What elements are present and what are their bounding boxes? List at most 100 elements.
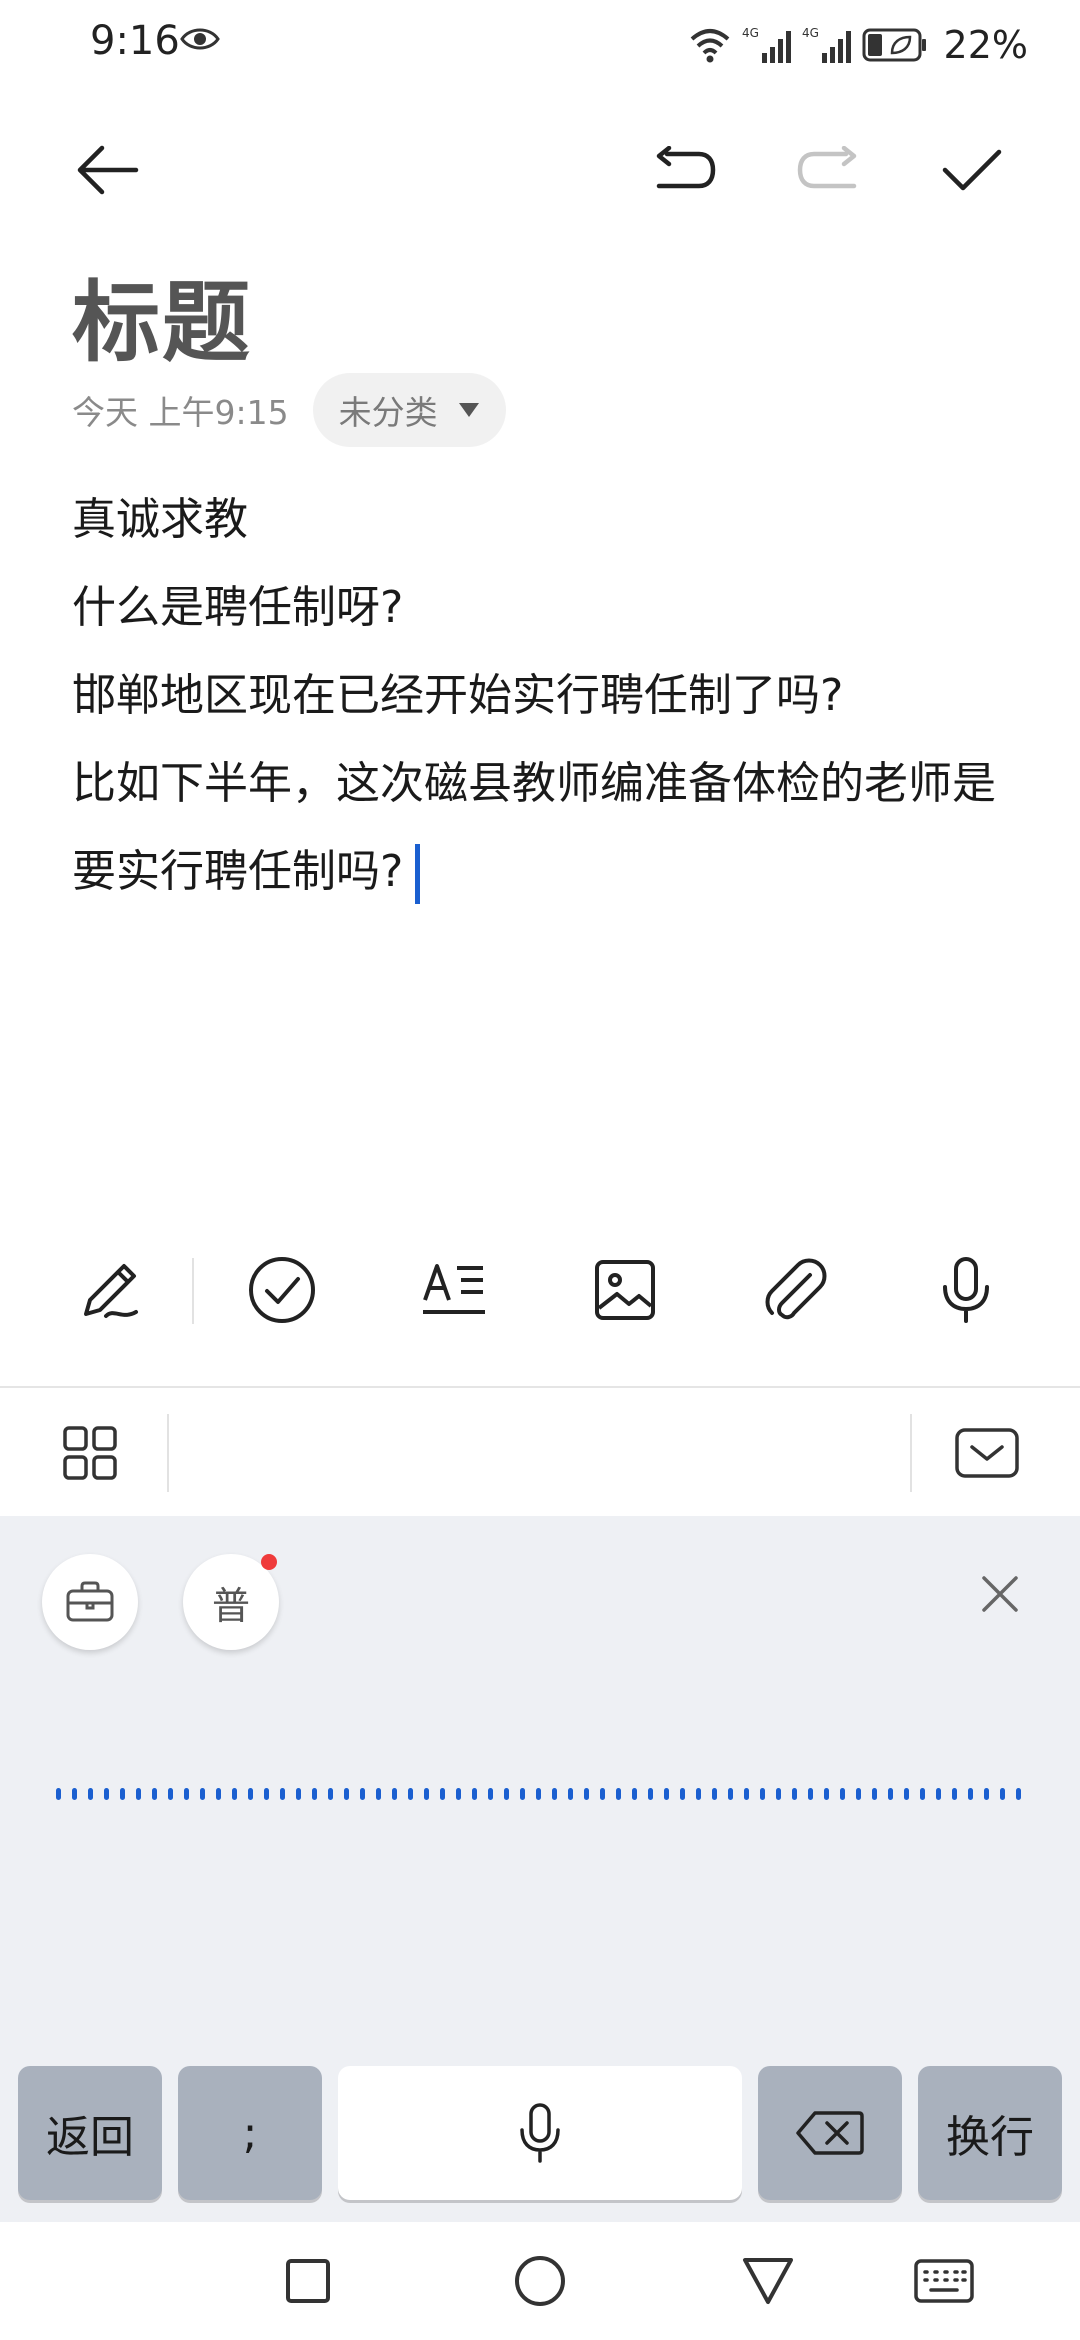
back-button[interactable]	[58, 120, 158, 220]
waveform-dot	[376, 1788, 381, 1800]
waveform-dot	[280, 1788, 285, 1800]
waveform-dot	[392, 1788, 397, 1800]
microphone-icon	[520, 2103, 560, 2163]
language-mode-button[interactable]: 普	[183, 1554, 279, 1650]
waveform-dot	[120, 1788, 125, 1800]
save-button[interactable]	[922, 120, 1022, 220]
text-style-button[interactable]	[404, 1240, 504, 1340]
hide-keyboard-button[interactable]	[937, 1403, 1037, 1503]
check-icon	[942, 149, 1002, 191]
note-body[interactable]: 真诚求教 什么是聘任制呀? 邯郸地区现在已经开始实行聘任制了吗? 比如下半年，这…	[72, 476, 1012, 916]
network-type-label: 4G	[742, 26, 759, 40]
status-time: 9:16	[90, 18, 180, 64]
waveform-dot	[1016, 1788, 1021, 1800]
redo-button[interactable]	[778, 120, 878, 220]
language-mode-label: 普	[211, 1583, 250, 1628]
note-line-last: 比如下半年，这次磁县教师编准备体检的老师是要实行聘任制吗?	[72, 740, 1012, 916]
battery-percentage: 22%	[943, 23, 1028, 67]
editor-toolbar	[0, 120, 1080, 220]
waveform-dot	[856, 1788, 861, 1800]
status-icons: 4G 4G 22%	[688, 18, 1028, 72]
strip-divider	[910, 1414, 912, 1492]
waveform-dot	[600, 1788, 605, 1800]
waveform-dot	[792, 1788, 797, 1800]
keyboard-menu-button[interactable]	[40, 1403, 140, 1503]
waveform-dot	[664, 1788, 669, 1800]
waveform-dot	[824, 1788, 829, 1800]
keyboard-switch-button[interactable]	[894, 2231, 994, 2331]
home-button[interactable]	[490, 2231, 590, 2331]
triangle-back-icon	[743, 2258, 793, 2304]
waveform-dot	[88, 1788, 93, 1800]
voice-input-button[interactable]	[916, 1240, 1016, 1340]
briefcase-icon	[66, 1581, 114, 1622]
toolbar-divider	[192, 1258, 194, 1324]
waveform-dot	[296, 1788, 301, 1800]
waveform-dot	[440, 1788, 445, 1800]
handwriting-button[interactable]	[60, 1240, 160, 1340]
nav-back-button[interactable]	[718, 2231, 818, 2331]
waveform-dot	[744, 1788, 749, 1800]
category-label: 未分类	[338, 393, 438, 432]
waveform-dot	[264, 1788, 269, 1800]
note-line: 邯郸地区现在已经开始实行聘任制了吗?	[72, 670, 844, 721]
waveform-dot	[136, 1788, 141, 1800]
wifi-icon	[688, 25, 732, 65]
waveform-dot	[104, 1788, 109, 1800]
waveform-dot	[232, 1788, 237, 1800]
waveform-dot	[760, 1788, 765, 1800]
keyboard-icon	[914, 2259, 974, 2303]
enter-key[interactable]: 换行	[918, 2066, 1062, 2200]
attachment-button[interactable]	[746, 1240, 846, 1340]
redo-icon	[797, 146, 857, 189]
note-title[interactable]: 标题	[72, 252, 252, 379]
text-format-icon	[423, 1264, 485, 1314]
recent-apps-button[interactable]	[258, 2231, 358, 2331]
circle-icon	[515, 2256, 565, 2306]
waveform-dot	[536, 1788, 541, 1800]
waveform-dot	[56, 1788, 61, 1800]
note-line: 真诚求教	[72, 494, 248, 545]
category-dropdown[interactable]: 未分类	[312, 373, 506, 447]
keyboard-collapse-icon	[955, 1428, 1019, 1478]
insert-image-button[interactable]	[575, 1240, 675, 1340]
waveform-dot	[504, 1788, 509, 1800]
waveform-dot	[488, 1788, 493, 1800]
paperclip-icon	[765, 1258, 827, 1320]
waveform-dot	[216, 1788, 221, 1800]
battery-icon	[862, 28, 928, 62]
semicolon-key[interactable]: ;	[178, 2066, 322, 2200]
waveform-dot	[456, 1788, 461, 1800]
dropdown-triangle-icon	[458, 403, 479, 417]
waveform-dot	[872, 1788, 877, 1800]
waveform-dot	[936, 1788, 941, 1800]
check-circle-icon	[249, 1257, 315, 1323]
format-toolbar	[0, 1240, 1080, 1340]
backspace-key[interactable]	[758, 2066, 902, 2200]
waveform-dot	[424, 1788, 429, 1800]
waveform-dot	[568, 1788, 573, 1800]
navigation-bar	[0, 2222, 1080, 2340]
waveform-dot	[328, 1788, 333, 1800]
signal-icon: 4G	[742, 25, 792, 65]
toolbox-button[interactable]	[42, 1554, 138, 1650]
waveform-dot	[920, 1788, 925, 1800]
microphone-icon	[943, 1257, 989, 1323]
keyboard-toolbar	[0, 1386, 1080, 1516]
close-voice-button[interactable]	[950, 1544, 1050, 1644]
back-key[interactable]: 返回	[18, 2066, 162, 2200]
waveform-dot	[904, 1788, 909, 1800]
pen-icon	[84, 1264, 138, 1318]
waveform-dot	[72, 1788, 77, 1800]
note-line: 什么是聘任制呀?	[72, 582, 404, 633]
note-date: 今天 上午9:15	[72, 393, 289, 432]
eye-icon	[180, 24, 220, 58]
waveform-dot	[248, 1788, 253, 1800]
checklist-button[interactable]	[232, 1240, 332, 1340]
undo-icon	[656, 146, 716, 189]
waveform-dot	[888, 1788, 893, 1800]
waveform-dot	[712, 1788, 717, 1800]
undo-button[interactable]	[635, 120, 735, 220]
voice-hold-key[interactable]	[338, 2066, 742, 2200]
waveform-dot	[200, 1788, 205, 1800]
